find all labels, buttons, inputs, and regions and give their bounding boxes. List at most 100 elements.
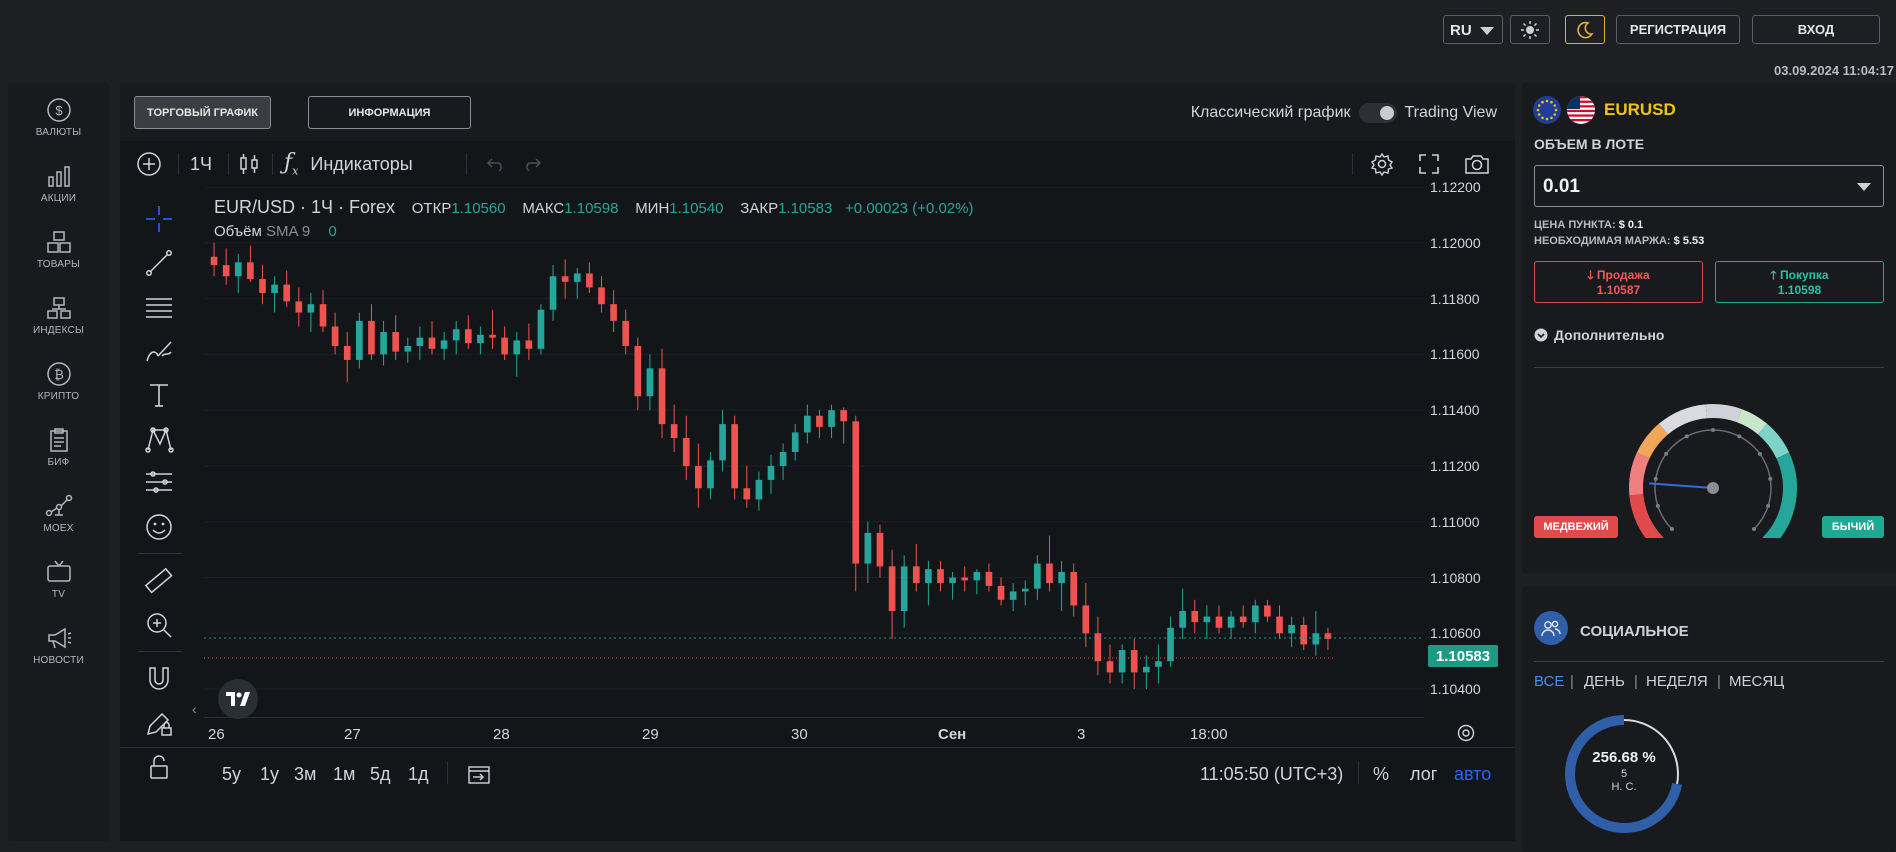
sidebar-item-stocks[interactable]: АКЦИИ (8, 161, 109, 221)
light-theme-button[interactable] (1510, 15, 1550, 44)
function-icon: ƒx (284, 150, 299, 178)
chevron-down-icon (1857, 183, 1871, 191)
axis-settings-button[interactable] (1456, 723, 1476, 748)
sidebar-item-tv[interactable]: TV (8, 557, 109, 617)
candle (864, 521, 872, 584)
dark-theme-button[interactable] (1565, 15, 1605, 44)
range-1d[interactable]: 1д (408, 764, 429, 785)
sidebar-item-news[interactable]: НОВОСТИ (8, 623, 109, 683)
interval-button[interactable]: 1Ч (190, 147, 212, 181)
candle (743, 465, 751, 508)
register-button[interactable]: РЕГИСТРАЦИЯ (1616, 15, 1740, 44)
period-all[interactable]: ВСЕ (1534, 673, 1564, 690)
language-select[interactable]: RU (1443, 15, 1503, 44)
sidebar-item-moex[interactable]: MOEX (8, 491, 109, 551)
auto-scale-toggle[interactable]: авто (1454, 764, 1491, 785)
sidebar-item-commodities[interactable]: ТОВАРЫ (8, 227, 109, 287)
us-flag-icon (1567, 96, 1595, 124)
sell-button[interactable]: 🡓 Продажа 1.10587 (1534, 261, 1703, 303)
candle (1058, 560, 1065, 611)
undo-button[interactable] (486, 147, 506, 181)
range-5d[interactable]: 5д (370, 764, 391, 785)
login-button[interactable]: ВХОД (1752, 15, 1880, 44)
low-value: 1.10540 (669, 200, 724, 217)
tradingview-logo[interactable] (218, 679, 258, 719)
sidebar-item-crypto[interactable]: ₿ КРИПТО (8, 359, 109, 419)
add-symbol-button[interactable] (136, 147, 162, 181)
collapse-toolbar-icon[interactable]: ‹ (192, 701, 197, 717)
candle-body (1143, 666, 1150, 673)
price-tick: 1.11000 (1430, 513, 1480, 530)
range-3m[interactable]: 3м (294, 764, 316, 785)
candle (912, 544, 920, 592)
percent-scale-toggle[interactable]: % (1373, 764, 1389, 785)
projection-tool[interactable] (138, 465, 180, 501)
time-axis[interactable]: 26 27 28 29 30 Сен 3 18:00 (204, 717, 1424, 747)
emoji-tool[interactable] (138, 509, 180, 545)
additional-toggle[interactable]: Дополнительно (1534, 327, 1664, 343)
candle (731, 415, 739, 500)
gauge-tick (1653, 476, 1658, 481)
undo-icon (486, 158, 502, 171)
ruler-tool[interactable] (138, 563, 180, 599)
text-tool[interactable] (138, 377, 180, 413)
tab-information[interactable]: ИНФОРМАЦИЯ (308, 96, 471, 129)
candle (573, 267, 581, 299)
log-scale-toggle[interactable]: лог (1410, 764, 1437, 785)
chart-type-button[interactable] (238, 147, 260, 181)
candle (416, 326, 424, 360)
candle-body (1034, 563, 1041, 589)
gauge-tick (1684, 434, 1689, 439)
price-chart[interactable] (204, 187, 1424, 727)
tab-trading-chart[interactable]: ТОРГОВЫЙ ГРАФИК (134, 96, 271, 129)
price-tick: 1.11200 (1430, 457, 1480, 474)
trend-line-tool[interactable] (138, 245, 180, 281)
lock-drawing-tool[interactable] (138, 705, 180, 741)
instrument-header: EURUSD (1532, 95, 1676, 125)
period-day[interactable]: ДЕНЬ (1584, 673, 1625, 690)
change-value: +0.00023 (+0.02%) (845, 200, 974, 217)
candle-body (307, 304, 315, 313)
period-month[interactable]: МЕСЯЦ (1729, 673, 1784, 690)
horizontal-lines-tool[interactable] (138, 289, 180, 325)
fullscreen-button[interactable] (1418, 147, 1440, 181)
crosshair-tool[interactable] (138, 201, 180, 237)
sidebar-item-currencies[interactable]: $ ВАЛЮТЫ (8, 95, 109, 155)
range-1y[interactable]: 1y (260, 764, 279, 785)
pattern-tool[interactable] (138, 421, 180, 457)
candle-body (1130, 650, 1138, 673)
sidebar-item-bif[interactable]: БИФ (8, 425, 109, 485)
period-week[interactable]: НЕДЕЛЯ (1646, 673, 1708, 690)
candle-body (598, 287, 605, 305)
candle (1288, 616, 1295, 648)
clock-display[interactable]: 11:05:50 (UTC+3) (1200, 764, 1343, 785)
range-5y[interactable]: 5y (222, 764, 241, 785)
candle-body (1106, 661, 1114, 673)
magnet-tool[interactable] (138, 661, 180, 697)
chart-panel: ТОРГОВЫЙ ГРАФИК ИНФОРМАЦИЯ Классический … (120, 83, 1515, 841)
gauge-band (1736, 409, 1767, 435)
candle (1239, 605, 1247, 628)
zoom-tool[interactable] (138, 607, 180, 643)
redo-button[interactable] (522, 147, 542, 181)
candle-body (816, 415, 823, 427)
buy-button[interactable]: 🡑 Покупка 1.10598 (1715, 261, 1884, 303)
price-tick: 1.10400 (1430, 681, 1481, 698)
lot-volume-select[interactable]: 0.01 (1534, 165, 1884, 207)
screenshot-button[interactable] (1464, 147, 1490, 181)
range-1m[interactable]: 1м (333, 764, 355, 785)
candle (852, 415, 860, 592)
candle-body (985, 571, 993, 586)
chart-mode-toggle[interactable] (1358, 103, 1397, 123)
sidebar-item-indices[interactable]: ИНДЕКСЫ (8, 293, 109, 353)
lot-volume-title: ОБЪЕМ В ЛОТЕ (1534, 136, 1645, 152)
candle-body (912, 566, 920, 584)
close-value: 1.10583 (778, 200, 833, 217)
gauge-band (1629, 452, 1650, 496)
settings-button[interactable] (1370, 147, 1394, 181)
candle (828, 404, 835, 439)
indicators-button[interactable]: ƒx Индикаторы (284, 147, 413, 181)
goto-date-button[interactable] (468, 764, 490, 789)
brush-tool[interactable] (138, 333, 180, 369)
projection-icon (146, 471, 172, 493)
